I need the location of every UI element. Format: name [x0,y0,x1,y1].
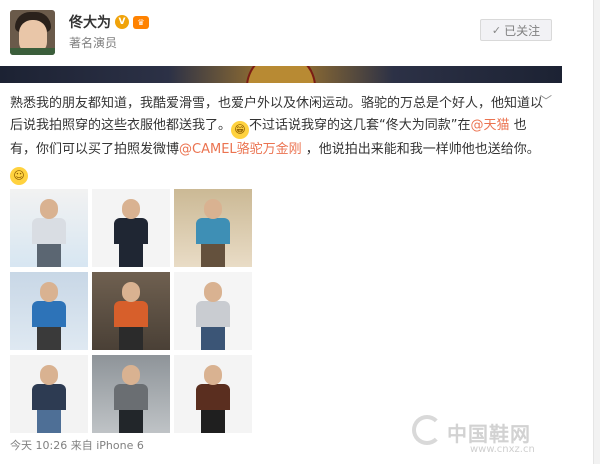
person-head [122,282,140,302]
photo-dark-shirt[interactable] [92,189,170,267]
user-title: 著名演员 [69,36,118,50]
person-torso [114,301,148,327]
photo-orange-down-jacket[interactable] [92,272,170,350]
photo-hiker-backpack[interactable] [174,189,252,267]
person-torso [196,301,230,327]
post-footer: 今天 10:26 来自 iPhone 6 [10,437,144,453]
cover-banner [0,66,562,83]
person-legs [119,410,143,433]
person-legs [119,244,143,267]
person-legs [201,410,225,433]
photo-leather-jacket[interactable] [174,355,252,433]
person-head [204,199,222,219]
person-head [122,365,140,385]
watermark-brand: 中国鞋网 [447,422,531,446]
person-legs [201,244,225,267]
grin-emoji-icon: 😁 [231,121,250,139]
source-prefix: 来自 [70,439,93,452]
person-torso [32,384,66,410]
photo-ski-mountain[interactable] [10,189,88,267]
post-text-part-4: ，他说拍出来能和我一样帅他也送给你。 [301,142,540,157]
followed-label: 已关注 [504,23,541,38]
person-legs [37,327,61,350]
person-legs [119,327,143,350]
user-name[interactable]: 佟大为 [69,12,111,32]
photo-red-jacket-snow[interactable] [10,272,88,350]
person-head [204,282,222,302]
person-head [40,282,58,302]
verified-v-icon: V [115,15,129,29]
person-legs [201,327,225,350]
person-torso [196,218,230,244]
post-source[interactable]: iPhone 6 [96,439,144,452]
post-header: 佟大为 V ♛ 著名演员 ✓ 已关注 [0,0,562,66]
person-torso [114,384,148,410]
mention-tmall-link[interactable]: @天猫 [471,118,510,133]
person-torso [32,218,66,244]
person-head [122,199,140,219]
watermark: 中国鞋网 www.cnxz.cn [412,409,552,461]
person-torso [114,218,148,244]
weibo-member-icon[interactable]: ♛ [133,15,149,29]
person-legs [37,244,61,267]
photo-jeep[interactable] [92,355,170,433]
scrollbar[interactable] [593,0,600,464]
banner-helmet-graphic [246,66,316,83]
post-text-part-2: 不过话说我穿的这几套“佟大为同款”在 [249,118,471,133]
person-head [204,365,222,385]
weibo-post-page: 佟大为 V ♛ 著名演员 ✓ 已关注 ﹀ 熟悉我的朋友都知道，我酷爱滑雪，也爱户… [0,0,600,464]
watermark-logo-icon [412,415,442,445]
avatar-shirt [10,48,55,55]
person-head [40,199,58,219]
name-row: 佟大为 V ♛ [69,12,149,32]
person-legs [37,410,61,433]
avatar[interactable] [10,10,55,55]
shy-emoji-icon: ☺ [10,167,28,185]
person-torso [32,301,66,327]
photo-grey-sweater[interactable] [174,272,252,350]
photo-jeans-stool[interactable] [10,355,88,433]
followed-button[interactable]: ✓ 已关注 [480,19,552,41]
check-icon: ✓ [491,23,502,37]
post-time[interactable]: 今天 10:26 [10,439,67,452]
mention-camel-link[interactable]: @CAMEL骆驼万金刚 [179,142,302,157]
watermark-url: www.cnxz.cn [470,444,535,455]
person-torso [196,384,230,410]
photo-gallery [10,189,252,433]
post-text: 熟悉我的朋友都知道，我酷爱滑雪，也爱户外以及休闲运动。骆驼的万总是个好人，他知道… [10,93,544,185]
person-head [40,365,58,385]
